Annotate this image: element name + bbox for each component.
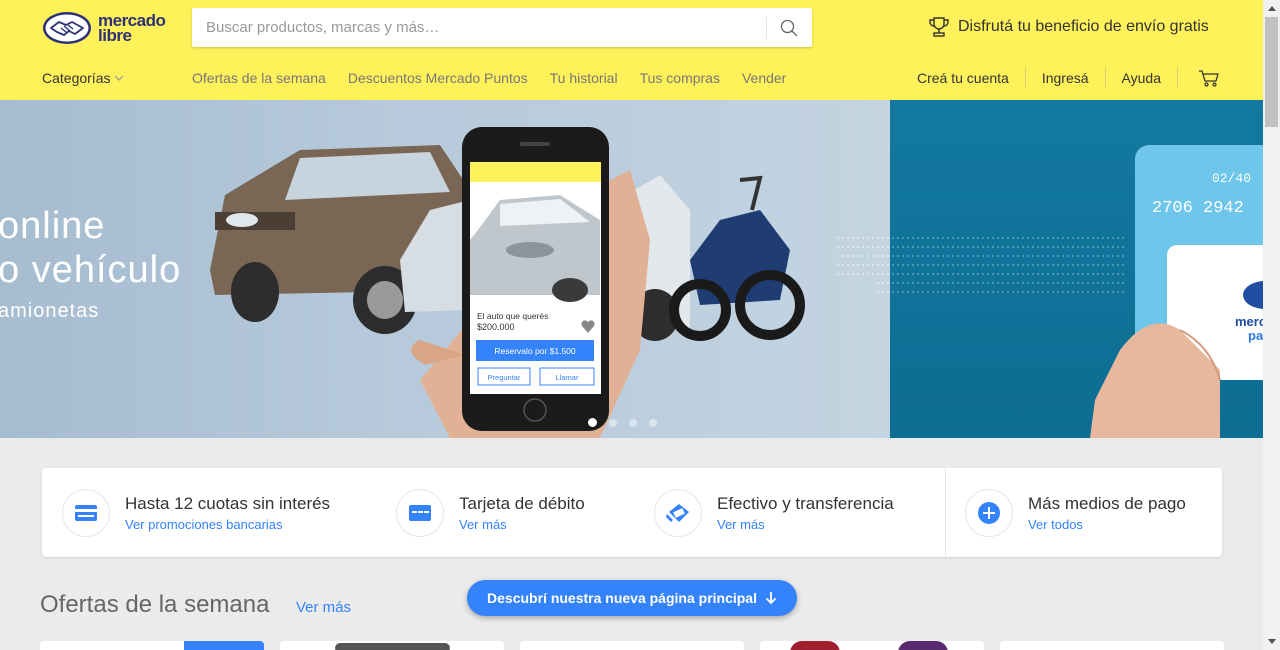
promo-text: Disfrutá tu beneficio de envío gratis <box>958 18 1209 35</box>
search-bar <box>192 8 812 47</box>
payment-cash[interactable]: Efectivo y transferencia Ver más <box>654 468 894 557</box>
help-link[interactable]: Ayuda <box>1104 67 1177 89</box>
payment-title: Hasta 12 cuotas sin interés <box>125 494 331 513</box>
free-shipping-promo[interactable]: Disfrutá tu beneficio de envío gratis <box>928 16 1209 38</box>
login-link[interactable]: Ingresá <box>1024 67 1105 89</box>
payment-title: Efectivo y transferencia <box>717 494 894 513</box>
svg-text:Reservalo por $1.500: Reservalo por $1.500 <box>494 346 576 356</box>
discover-button-label: Descubrí nuestra nueva página principal <box>487 590 757 606</box>
hero-headline: online o vehículo amionetas <box>0 205 182 322</box>
payment-more[interactable]: Más medios de pago Ver todos <box>965 468 1186 557</box>
svg-text:2706 2942: 2706 2942 <box>1152 199 1244 218</box>
scroll-thumb[interactable] <box>1265 17 1278 127</box>
svg-text:02/40: 02/40 <box>1212 171 1251 186</box>
offer-card[interactable] <box>520 641 744 650</box>
categories-dropdown[interactable]: Categorías <box>42 70 124 86</box>
carousel-dot-2[interactable] <box>609 418 617 427</box>
offer-card[interactable] <box>40 641 264 650</box>
nav-link-history[interactable]: Tu historial <box>550 70 618 86</box>
plus-icon <box>965 488 1013 537</box>
nav-link-purchases[interactable]: Tus compras <box>640 70 720 86</box>
offer-card[interactable] <box>1000 641 1224 650</box>
payment-link[interactable]: Ver más <box>717 517 894 532</box>
trophy-icon <box>929 17 949 37</box>
svg-text:merc: merc <box>1235 314 1263 329</box>
payment-debit[interactable]: Tarjeta de débito Ver más <box>396 468 585 557</box>
search-input[interactable] <box>206 8 756 47</box>
carousel-dot-3[interactable] <box>629 418 637 427</box>
carousel-slide-vehicles[interactable]: El auto que querés $200.000 Reservalo po… <box>0 100 890 438</box>
cash-icon <box>654 488 702 537</box>
debit-card-icon <box>396 488 444 537</box>
payment-title: Más medios de pago <box>1028 494 1186 513</box>
svg-text:Llamar: Llamar <box>556 373 579 382</box>
payment-link[interactable]: Ver todos <box>1028 517 1186 532</box>
nav-link-mercado-puntos[interactable]: Descuentos Mercado Puntos <box>348 70 528 86</box>
search-icon <box>780 19 798 36</box>
offer-card[interactable] <box>280 641 504 650</box>
logo-text: mercado libre <box>98 11 166 45</box>
payment-title: Tarjeta de débito <box>459 494 585 513</box>
svg-text:$200.000: $200.000 <box>477 322 515 332</box>
payment-link[interactable]: Ver promociones bancarias <box>125 517 330 532</box>
search-button[interactable] <box>766 8 812 47</box>
categories-label: Categorías <box>42 70 111 86</box>
scroll-down-arrow[interactable] <box>1263 633 1280 650</box>
arrow-down-icon <box>765 592 777 605</box>
payment-link[interactable]: Ver más <box>459 517 585 532</box>
handshake-logo-icon <box>43 12 91 44</box>
nav-link-weekly-offers[interactable]: Ofertas de la semana <box>192 70 326 86</box>
svg-text:pa: pa <box>1248 328 1263 343</box>
credit-card-icon <box>62 488 110 537</box>
payment-methods-panel: Hasta 12 cuotas sin interés Ver promocio… <box>42 468 1222 557</box>
create-account-link[interactable]: Creá tu cuenta <box>917 67 1025 89</box>
carousel-dot-1[interactable] <box>588 418 597 427</box>
carousel-dot-4[interactable] <box>649 418 657 427</box>
mercado-libre-logo[interactable]: mercado libre <box>42 10 182 46</box>
nav-link-sell[interactable]: Vender <box>742 70 786 86</box>
discover-new-homepage-button[interactable]: Descubrí nuestra nueva página principal <box>467 580 797 616</box>
dotted-pattern <box>837 237 1124 293</box>
hero-carousel[interactable]: El auto que querés $200.000 Reservalo po… <box>0 100 1263 438</box>
scroll-up-arrow[interactable] <box>1263 0 1280 17</box>
carousel-dots <box>588 418 657 427</box>
svg-text:Preguntar: Preguntar <box>488 373 521 382</box>
cart-icon <box>1199 70 1219 87</box>
offer-card[interactable] <box>760 641 984 650</box>
cart-button[interactable] <box>1177 67 1220 89</box>
nav-links: Ofertas de la semana Descuentos Mercado … <box>192 70 808 86</box>
chevron-down-icon <box>115 75 124 81</box>
header: mercado libre Disfrutá tu beneficio de e… <box>0 0 1263 100</box>
payment-installments[interactable]: Hasta 12 cuotas sin interés Ver promocio… <box>62 468 330 557</box>
payment-divider <box>945 468 946 557</box>
svg-text:El auto que querés: El auto que querés <box>477 311 548 321</box>
offers-section-title: Ofertas de la semana <box>40 591 270 618</box>
page-scrollbar[interactable] <box>1263 0 1280 650</box>
user-links: Creá tu cuenta Ingresá Ayuda <box>917 64 1220 92</box>
offers-see-more-link[interactable]: Ver más <box>296 599 351 616</box>
